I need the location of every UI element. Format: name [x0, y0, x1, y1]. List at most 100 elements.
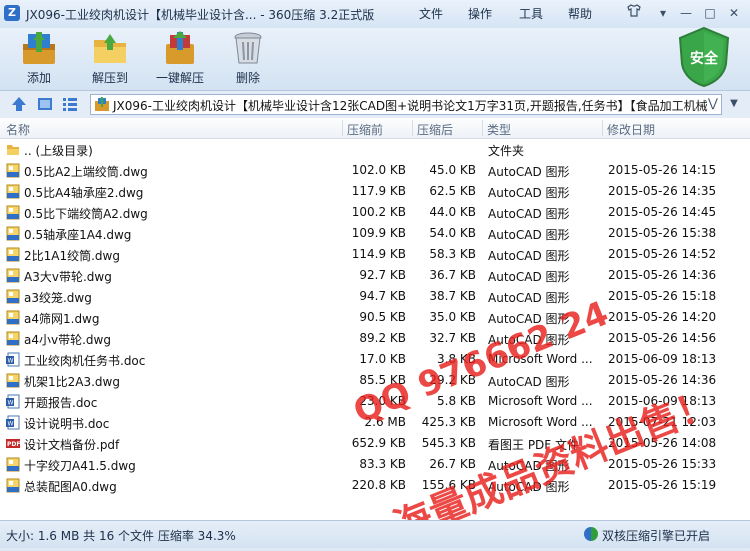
address-dropdown-icon[interactable]: ▼: [726, 96, 742, 112]
column-modified[interactable]: 修改日期: [607, 121, 655, 138]
file-name: A3大v带轮.dwg: [24, 270, 112, 284]
menu-operation[interactable]: 操作: [468, 5, 492, 22]
file-row[interactable]: a4筛网1.dwg 90.5 KB 35.0 KB AutoCAD 图形 2015-05…: [0, 307, 750, 328]
file-name: 2比1A1绞筒.dwg: [24, 249, 120, 263]
file-date: 2015-05-26 14:56: [608, 331, 717, 345]
size-before: 220.8 KB: [351, 478, 406, 492]
size-after: 35.0 KB: [429, 310, 476, 324]
file-type: AutoCAD 图形: [488, 291, 570, 305]
pdf-icon: PDF: [6, 436, 20, 451]
size-after: 62.5 KB: [429, 184, 476, 198]
file-date: 2015-05-26 15:19: [608, 478, 717, 492]
address-bar: JX096-工业绞肉机设计【机械毕业设计含12张CAD图+说明书论文1万字31页…: [0, 90, 750, 119]
dwg-icon: [6, 268, 20, 283]
file-row[interactable]: a3绞笼.dwg 94.7 KB 38.7 KB AutoCAD 图形 2015-05-…: [0, 286, 750, 307]
dual-core-engine-icon: [584, 527, 598, 541]
file-date: 2015-05-26 14:15: [608, 163, 717, 177]
file-row[interactable]: W 工业绞肉机任务书.doc 17.0 KB 3.8 KB Microsoft Word…: [0, 349, 750, 370]
archive-icon: [95, 97, 109, 111]
size-after: 545.3 KB: [421, 436, 476, 450]
file-row[interactable]: 2比1A1绞筒.dwg 114.9 KB 58.3 KB AutoCAD 图形 2015…: [0, 244, 750, 265]
one-click-extract-icon: [160, 30, 200, 66]
file-date: 2015-05-26 14:35: [608, 184, 717, 198]
file-row[interactable]: 0.5比下端绞筒A2.dwg 100.2 KB 44.0 KB AutoCAD 图形 2…: [0, 202, 750, 223]
file-type: AutoCAD 图形: [488, 165, 570, 179]
file-name: a3绞笼.dwg: [24, 291, 92, 305]
size-before: 109.9 KB: [351, 226, 406, 240]
file-type: AutoCAD 图形: [488, 186, 570, 200]
menu-tools[interactable]: 工具: [519, 5, 543, 22]
engine-status[interactable]: 双核压缩引擎已开启: [584, 527, 711, 544]
file-name: 设计说明书.doc: [24, 417, 110, 431]
one-click-extract-button[interactable]: 一键解压: [152, 30, 208, 86]
file-row[interactable]: 总装配图A0.dwg 220.8 KB 155.6 KB AutoCAD 图形 2015…: [0, 475, 750, 496]
size-after: 36.7 KB: [429, 268, 476, 282]
address-field[interactable]: JX096-工业绞肉机设计【机械毕业设计含12张CAD图+说明书论文1万字31页…: [90, 94, 722, 115]
column-after[interactable]: 压缩后: [417, 121, 453, 138]
file-date: 2015-05-26 14:52: [608, 247, 717, 261]
file-name: 0.5比下端绞筒A2.dwg: [24, 207, 148, 221]
doc-icon: W: [6, 394, 20, 409]
doc-icon: W: [6, 352, 20, 367]
menu-dropdown-icon[interactable]: ▾: [653, 4, 673, 22]
up-arrow-icon[interactable]: [10, 95, 28, 113]
file-name: 设计文档备份.pdf: [24, 438, 120, 452]
size-before: 89.2 KB: [359, 331, 406, 345]
menu-file[interactable]: 文件: [419, 5, 443, 22]
file-date: 2015-05-26 14:20: [608, 310, 717, 324]
file-name: 0.5轴承座1A4.dwg: [24, 228, 132, 242]
add-button-label: 添加: [26, 71, 51, 85]
security-shield[interactable]: 安全: [676, 26, 732, 88]
size-after: 58.3 KB: [429, 247, 476, 261]
address-path: JX096-工业绞肉机设计【机械毕业设计含12张CAD图+说明书论文1万字31页…: [113, 99, 708, 113]
size-before: 114.9 KB: [351, 247, 406, 261]
size-before: 94.7 KB: [359, 289, 406, 303]
column-before[interactable]: 压缩前: [347, 121, 383, 138]
column-name[interactable]: 名称: [6, 121, 30, 138]
column-type[interactable]: 类型: [487, 121, 511, 138]
file-date: 2015-05-26 14:36: [608, 268, 717, 282]
dwg-icon: [6, 289, 20, 304]
chevron-icon[interactable]: ⋁: [708, 96, 718, 110]
dwg-icon: [6, 226, 20, 241]
file-row[interactable]: .. (上级目录) 文件夹: [0, 139, 750, 160]
file-name: 十字绞刀A41.5.dwg: [24, 459, 136, 473]
maximize-button[interactable]: □: [700, 4, 720, 22]
size-after: 32.7 KB: [429, 331, 476, 345]
file-name: 0.5比A4轴承座2.dwg: [24, 186, 144, 200]
list-header: 名称 压缩前 压缩后 类型 修改日期: [0, 118, 750, 139]
file-name: 总装配图A0.dwg: [24, 480, 117, 494]
dwg-icon: [6, 457, 20, 472]
file-type: AutoCAD 图形: [488, 270, 570, 284]
add-button[interactable]: 添加: [18, 30, 60, 86]
file-row[interactable]: a4小v带轮.dwg 89.2 KB 32.7 KB AutoCAD 图形 2015-0…: [0, 328, 750, 349]
minimize-button[interactable]: —: [676, 4, 696, 22]
file-row[interactable]: 0.5比A2上端绞筒.dwg 102.0 KB 45.0 KB AutoCAD 图形 2…: [0, 160, 750, 181]
file-row[interactable]: 十字绞刀A41.5.dwg 83.3 KB 26.7 KB AutoCAD 图形 201…: [0, 454, 750, 475]
close-button[interactable]: ✕: [724, 4, 744, 22]
skin-icon[interactable]: [624, 4, 644, 22]
extract-to-button[interactable]: 解压到: [88, 30, 132, 86]
file-row[interactable]: 0.5比A4轴承座2.dwg 117.9 KB 62.5 KB AutoCAD 图形 2…: [0, 181, 750, 202]
menu-help[interactable]: 帮助: [568, 5, 592, 22]
app-logo-icon: Z: [4, 5, 20, 21]
list-view-icon[interactable]: [61, 95, 79, 113]
file-row[interactable]: A3大v带轮.dwg 92.7 KB 36.7 KB AutoCAD 图形 2015-0…: [0, 265, 750, 286]
file-date: 2015-05-26 15:38: [608, 226, 717, 240]
dwg-icon: [6, 331, 20, 346]
delete-button[interactable]: 删除: [228, 30, 268, 86]
thumbnail-view-icon[interactable]: [36, 95, 54, 113]
file-name: 开题报告.doc: [24, 396, 98, 410]
file-name: .. (上级目录): [24, 144, 93, 158]
file-row[interactable]: 0.5轴承座1A4.dwg 109.9 KB 54.0 KB AutoCAD 图形 20…: [0, 223, 750, 244]
svg-text:W: W: [8, 421, 14, 428]
extract-folder-icon: [90, 30, 130, 66]
engine-status-label: 双核压缩引擎已开启: [602, 529, 711, 543]
size-before: 17.0 KB: [359, 352, 406, 366]
size-before: 652.9 KB: [351, 436, 406, 450]
title-bar: Z JX096-工业绞肉机设计【机械毕业设计含... - 360压缩 3.2正式…: [0, 0, 750, 28]
file-date: 2015-05-26 15:18: [608, 289, 717, 303]
size-after: 54.0 KB: [429, 226, 476, 240]
delete-label: 删除: [235, 71, 260, 85]
dwg-icon: [6, 310, 20, 325]
